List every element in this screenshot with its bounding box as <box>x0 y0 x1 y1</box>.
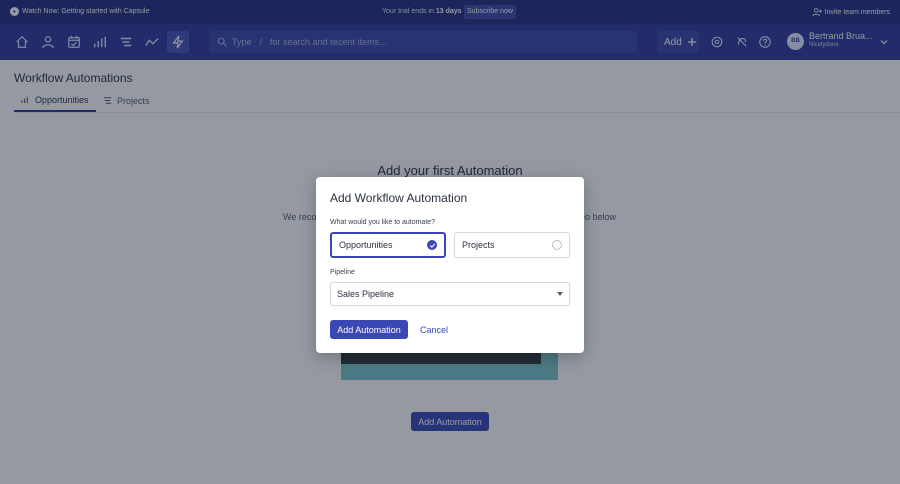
pipeline-select[interactable]: Sales Pipeline <box>330 282 570 306</box>
add-automation-button[interactable]: Add Automation <box>330 320 408 339</box>
cancel-button[interactable]: Cancel <box>420 320 448 339</box>
dialog-title: Add Workflow Automation <box>330 191 468 205</box>
option-label: Projects <box>462 240 495 250</box>
option-projects[interactable]: Projects <box>454 232 570 258</box>
pipeline-label: Pipeline <box>330 269 355 276</box>
caret-down-icon <box>557 292 563 296</box>
option-opportunities[interactable]: Opportunities <box>330 232 446 258</box>
add-workflow-automation-dialog: Add Workflow Automation What would you l… <box>316 177 584 353</box>
option-label: Opportunities <box>339 240 393 250</box>
pipeline-selected-value: Sales Pipeline <box>337 289 395 299</box>
radio-unchecked-icon <box>552 240 562 250</box>
radio-checked-icon <box>427 240 437 250</box>
automate-question-label: What would you like to automate? <box>330 219 436 226</box>
